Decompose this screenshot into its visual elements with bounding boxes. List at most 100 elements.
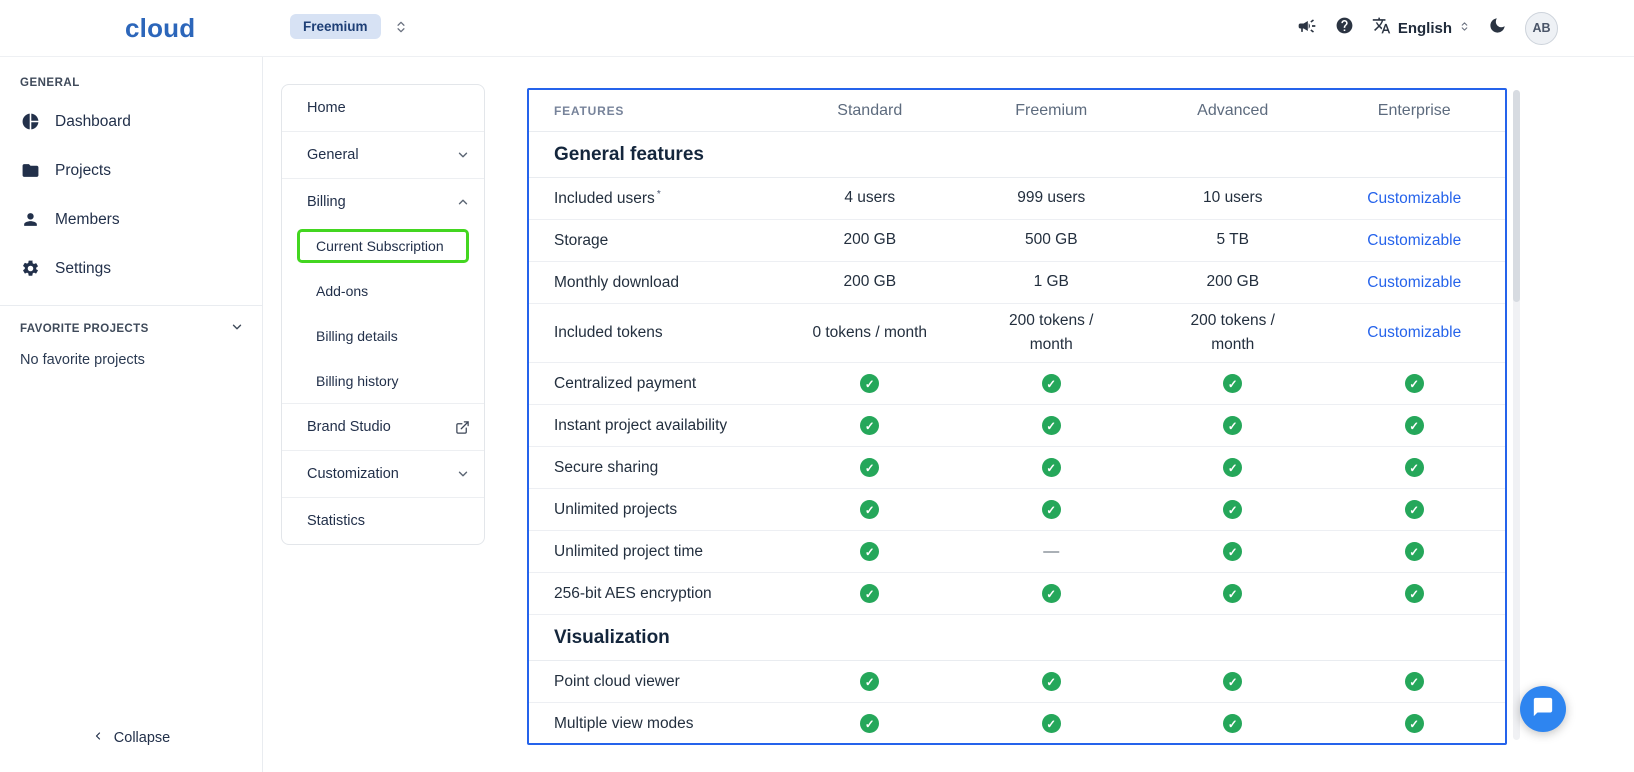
feature-name: Unlimited project time: [529, 543, 779, 561]
chat-button[interactable]: [1520, 686, 1566, 732]
feature-row: Unlimited projects ✓ ✓ ✓ ✓: [529, 489, 1505, 531]
feature-name: Included users*: [529, 189, 779, 208]
help-button[interactable]: [1335, 16, 1354, 40]
menu-item-label: General: [307, 147, 359, 163]
sidebar-general-heading: GENERAL: [0, 77, 262, 89]
check-icon: ✓: [1223, 500, 1242, 519]
check-icon: ✓: [1223, 374, 1242, 393]
dashboard-icon: [20, 112, 40, 131]
plan-selector[interactable]: Freemium: [290, 14, 408, 39]
feature-name: Instant project availability: [529, 417, 779, 435]
feature-value-text: 0 tokens / month: [812, 321, 927, 345]
app-logo: cloud: [125, 13, 195, 44]
menu-item-add-ons[interactable]: Add-ons: [282, 268, 484, 313]
check-icon: ✓: [1042, 500, 1061, 519]
chevron-left-icon: [92, 730, 104, 746]
customizable-link[interactable]: Customizable: [1367, 324, 1461, 342]
feature-name: Monthly download: [529, 274, 779, 292]
check-icon: ✓: [860, 500, 879, 519]
feature-name: Unlimited projects: [529, 501, 779, 519]
customizable-link[interactable]: Customizable: [1367, 274, 1461, 292]
chevron-down-icon: [456, 467, 470, 481]
collapse-button[interactable]: Collapse: [0, 730, 262, 746]
menu-item-home[interactable]: Home: [282, 85, 484, 131]
check-icon: ✓: [1223, 672, 1242, 691]
feature-row: Unlimited project time✓—✓✓: [529, 531, 1505, 573]
feature-name: 256-bit AES encryption: [529, 585, 779, 603]
feature-value-check: ✓: [1324, 500, 1506, 519]
sidebar-item-projects[interactable]: Projects: [0, 146, 262, 195]
feature-note: *: [657, 189, 661, 200]
check-icon: ✓: [1405, 542, 1424, 561]
check-icon: ✓: [1042, 416, 1061, 435]
chevron-down-icon: [456, 148, 470, 162]
feature-value-check: ✓: [1142, 542, 1324, 561]
avatar[interactable]: AB: [1525, 12, 1558, 45]
plan-badge[interactable]: Freemium: [290, 14, 381, 39]
section-title: General features: [529, 132, 1505, 178]
feature-value-check: ✓: [1142, 714, 1324, 733]
chevron-down-icon: [230, 320, 244, 337]
check-icon: ✓: [1223, 416, 1242, 435]
favorites-empty-text: No favorite projects: [0, 352, 262, 368]
feature-row: Secure sharing✓✓✓✓: [529, 447, 1505, 489]
table-scrollbar[interactable]: [1513, 90, 1520, 740]
feature-value-text: 999 users: [1017, 186, 1085, 210]
feature-value-link: Customizable: [1324, 232, 1506, 250]
feature-value-check: ✓: [1142, 584, 1324, 603]
unfold-icon: [394, 20, 408, 34]
feature-value: 5 TB: [1142, 228, 1324, 252]
check-icon: ✓: [1223, 584, 1242, 603]
feature-value: 200 tokens / month: [961, 309, 1143, 357]
feature-value-check: ✓: [1142, 500, 1324, 519]
favorites-heading-label: FAVORITE PROJECTS: [20, 323, 149, 335]
menu-item-general[interactable]: General: [282, 132, 484, 178]
scrollbar-thumb[interactable]: [1513, 90, 1520, 302]
feature-value-link: Customizable: [1324, 190, 1506, 208]
members-icon: [20, 210, 40, 229]
main-sidebar: GENERAL DashboardProjects Members Settings…: [0, 57, 263, 772]
feature-value: 4 users: [779, 186, 961, 210]
collapse-label: Collapse: [114, 730, 170, 746]
feature-value-check: ✓: [961, 714, 1143, 733]
sidebar-item-label: Members: [55, 211, 120, 229]
feature-value-check: ✓: [1142, 458, 1324, 477]
folder-icon: [20, 161, 40, 180]
language-selector[interactable]: English: [1372, 16, 1470, 40]
menu-item-customization[interactable]: Customization: [282, 451, 484, 497]
feature-value-check: ✓: [961, 416, 1143, 435]
feature-row: 256-bit AES encryption✓✓✓✓: [529, 573, 1505, 615]
feature-value-text: 4 users: [844, 186, 895, 210]
check-icon: ✓: [860, 714, 879, 733]
check-icon: ✓: [1042, 458, 1061, 477]
menu-item-statistics[interactable]: Statistics: [282, 498, 484, 544]
sidebar-item-dashboard[interactable]: Dashboard: [0, 97, 262, 146]
customizable-link[interactable]: Customizable: [1367, 190, 1461, 208]
check-icon: ✓: [860, 672, 879, 691]
feature-name: Storage: [529, 232, 779, 250]
dark-mode-toggle[interactable]: [1488, 16, 1507, 40]
menu-item-billing[interactable]: Billing: [282, 179, 484, 225]
feature-name: Point cloud viewer: [529, 673, 779, 691]
sidebar-item-members[interactable]: Members: [0, 195, 262, 244]
feature-value: 200 GB: [1142, 270, 1324, 294]
feature-value-check: ✓: [1324, 714, 1506, 733]
moon-icon: [1488, 16, 1507, 40]
plan-column-header: Standard: [779, 102, 961, 120]
feature-value-text: 200 tokens / month: [1174, 309, 1292, 357]
menu-item-billing-history[interactable]: Billing history: [282, 358, 484, 403]
feature-value: 999 users: [961, 186, 1143, 210]
menu-item-brand-studio[interactable]: Brand Studio: [282, 404, 484, 450]
favorite-projects-header[interactable]: FAVORITE PROJECTS: [0, 320, 262, 337]
menu-item-current-subscription[interactable]: Current Subscription: [297, 229, 469, 263]
menu-item-billing-details[interactable]: Billing details: [282, 313, 484, 358]
check-icon: ✓: [1042, 714, 1061, 733]
announcements-button[interactable]: [1297, 16, 1317, 41]
customizable-link[interactable]: Customizable: [1367, 232, 1461, 250]
feature-name: Multiple view modes: [529, 715, 779, 733]
check-icon: ✓: [1223, 458, 1242, 477]
feature-value-check: ✓: [1142, 672, 1324, 691]
sidebar-item-settings[interactable]: Settings: [0, 244, 262, 293]
feature-name: Included tokens: [529, 324, 779, 342]
feature-value-link: Customizable: [1324, 274, 1506, 292]
